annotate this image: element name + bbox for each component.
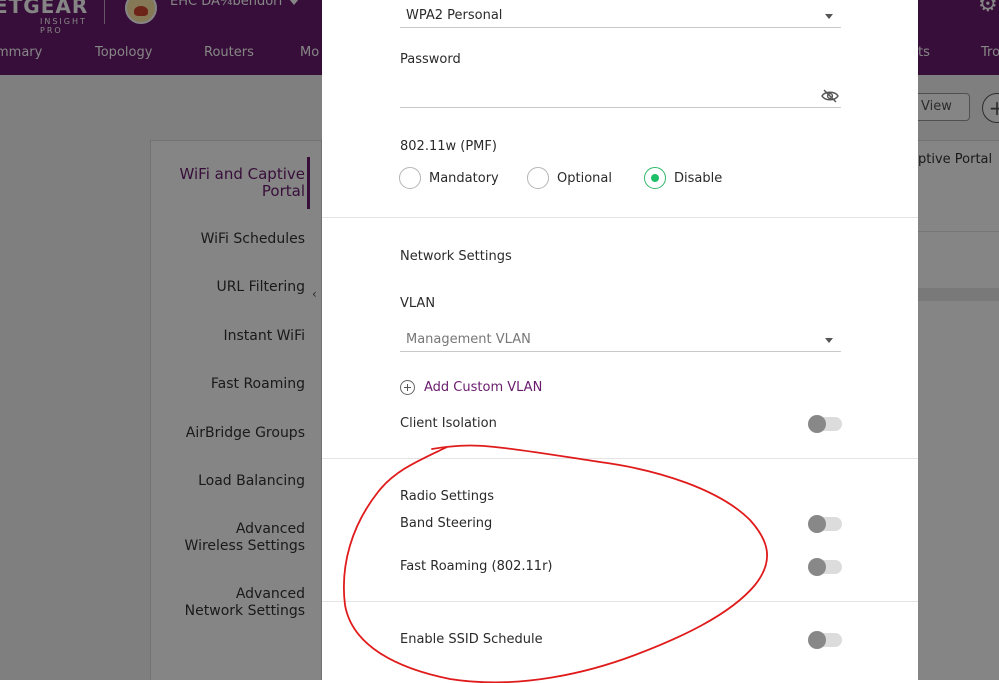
password-label: Password: [400, 52, 461, 67]
pmf-option-label: Disable: [674, 170, 723, 186]
plus-circle-icon: [400, 380, 415, 395]
client-isolation-toggle[interactable]: [808, 415, 842, 433]
vlan-select[interactable]: Management VLAN: [400, 330, 841, 352]
dropdown-arrow-icon: [825, 14, 833, 19]
dropdown-arrow-icon: [825, 338, 833, 343]
band-steering-toggle[interactable]: [808, 515, 842, 533]
eye-slash-icon[interactable]: [821, 89, 839, 103]
pmf-option-mandatory[interactable]: Mandatory: [399, 167, 499, 189]
toggle-knob: [808, 631, 826, 649]
radio-circle-selected: [644, 167, 666, 189]
pmf-option-disable[interactable]: Disable: [644, 167, 722, 189]
password-input[interactable]: [400, 84, 841, 108]
section-divider: [322, 458, 918, 459]
pmf-option-label: Optional: [557, 170, 612, 186]
add-custom-vlan-label: Add Custom VLAN: [424, 380, 543, 395]
client-isolation-label: Client Isolation: [400, 416, 497, 431]
ssid-schedule-toggle[interactable]: [808, 631, 842, 649]
radio-circle: [399, 167, 421, 189]
radio-settings-title: Radio Settings: [400, 489, 494, 504]
toggle-knob: [808, 558, 826, 576]
ssid-settings-modal: WPA2 Personal Password 802.11w (PMF) Man…: [322, 0, 918, 680]
fast-roaming-toggle[interactable]: [808, 558, 842, 576]
vlan-select-value: Management VLAN: [406, 332, 531, 347]
ssid-schedule-label: Enable SSID Schedule: [400, 632, 543, 647]
pmf-label: 802.11w (PMF): [400, 139, 497, 154]
security-select-value: WPA2 Personal: [406, 8, 503, 23]
network-settings-title: Network Settings: [400, 249, 512, 264]
section-divider: [322, 601, 918, 602]
toggle-knob: [808, 515, 826, 533]
pmf-option-label: Mandatory: [429, 170, 499, 186]
section-divider: [322, 217, 918, 218]
band-steering-label: Band Steering: [400, 516, 493, 531]
vlan-label: VLAN: [400, 296, 436, 311]
add-custom-vlan-link[interactable]: Add Custom VLAN: [400, 380, 542, 395]
pmf-option-optional[interactable]: Optional: [527, 167, 612, 189]
security-select[interactable]: WPA2 Personal: [400, 6, 841, 28]
radio-circle: [527, 167, 549, 189]
fast-roaming-label: Fast Roaming (802.11r): [400, 559, 553, 574]
toggle-knob: [808, 415, 826, 433]
